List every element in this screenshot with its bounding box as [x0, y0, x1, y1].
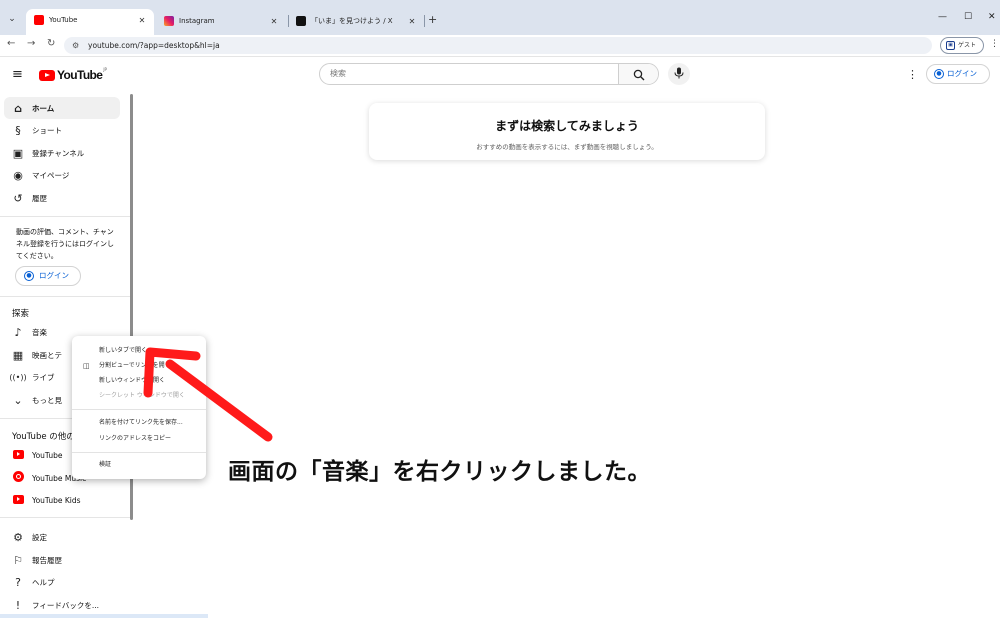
annotation-caption: 画面の「音楽」を右クリックしました。 — [228, 459, 651, 485]
annotation-arrow-icon — [143, 347, 273, 442]
